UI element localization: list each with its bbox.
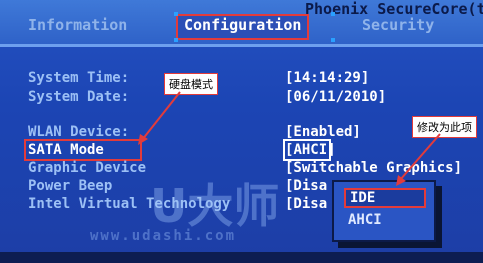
annotation-arrows [138, 91, 441, 186]
ide-callout-arrow [399, 133, 441, 181]
ide-arrow-head [396, 175, 406, 186]
bottom-help-strip [0, 252, 483, 263]
sata-callout-arrow [141, 91, 181, 141]
bios-screen: Phoenix SecureCore(tm) Setup U Informati… [0, 0, 483, 263]
